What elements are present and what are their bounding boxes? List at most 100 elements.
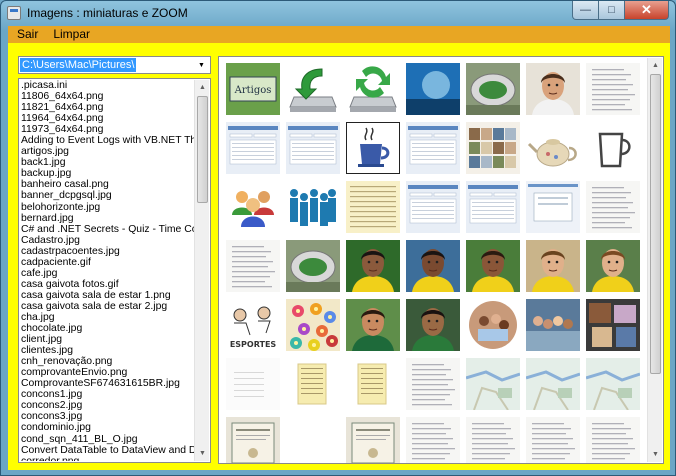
form-screenshot-4-thumb[interactable] [406, 181, 460, 233]
list-item[interactable]: cond_sqn_411_BL_O.jpg [20, 434, 194, 445]
certificate-thumb[interactable] [226, 417, 280, 463]
thumbnail-panel[interactable]: Artigos ESPORTES ▲ ▼ [218, 56, 664, 464]
scroll-up-icon[interactable]: ▲ [195, 80, 210, 95]
map-3-thumb[interactable] [586, 358, 640, 410]
sync-drive-thumb[interactable] [346, 63, 400, 115]
list-item[interactable]: concons2.jpg [20, 400, 194, 411]
menu-limpar[interactable]: Limpar [47, 26, 96, 43]
list-item[interactable]: casa gaivota fotos.gif [20, 279, 194, 290]
coffee-icon-thumb[interactable] [346, 122, 400, 174]
list-item[interactable]: chocolate.jpg [20, 323, 194, 334]
list-item[interactable]: concons3.jpg [20, 411, 194, 422]
form-screenshot-5-thumb[interactable] [466, 181, 520, 233]
player-face-7-thumb[interactable] [406, 299, 460, 351]
receipt-thumb[interactable] [586, 181, 640, 233]
document-scan-6-thumb[interactable] [586, 417, 640, 463]
list-item[interactable]: condominio.jpg [20, 422, 194, 433]
blue-photo-thumb[interactable] [406, 63, 460, 115]
list-item[interactable]: 11964_64x64.png [20, 113, 194, 124]
form-screenshot-3-thumb[interactable] [406, 122, 460, 174]
list-item[interactable]: client.jpg [20, 334, 194, 345]
list-item[interactable]: artigos.jpg [20, 146, 194, 157]
list-item[interactable]: 11973_64x64.png [20, 124, 194, 135]
list-item[interactable]: C# and .NET Secrets - Quiz - Time Cockpi… [20, 224, 194, 235]
player-face-6-thumb[interactable] [346, 299, 400, 351]
scroll-down-icon[interactable]: ▼ [648, 447, 663, 462]
maximize-button[interactable]: □ [599, 1, 625, 20]
player-face-4-thumb[interactable] [526, 240, 580, 292]
player-face-5-thumb[interactable] [586, 240, 640, 292]
yellow-receipt-thumb[interactable] [286, 358, 340, 410]
player-portrait-thumb[interactable] [526, 63, 580, 115]
yellow-document-thumb[interactable] [346, 181, 400, 233]
list-item[interactable]: casa gaivota sala de estar 1.png [20, 290, 194, 301]
list-item[interactable]: cha.jpg [20, 312, 194, 323]
document-scan-thumb[interactable] [586, 63, 640, 115]
blank-doc-thumb[interactable] [226, 358, 280, 410]
form-screenshot-6-thumb[interactable] [526, 181, 580, 233]
list-item[interactable]: backup.jpg [20, 168, 194, 179]
player-face-thumb[interactable] [346, 240, 400, 292]
list-item[interactable]: Adding to Event Logs with VB.NET The Cod… [20, 135, 194, 146]
form-screenshot-thumb[interactable] [226, 122, 280, 174]
scroll-thumb[interactable] [197, 96, 208, 203]
group-photo-thumb[interactable] [466, 299, 520, 351]
thumbnail-scrollbar[interactable]: ▲ ▼ [647, 58, 662, 462]
list-item[interactable]: ComprovanteSF674631615BR.jpg [20, 378, 194, 389]
certificate-2-thumb[interactable] [346, 417, 400, 463]
map-thumb[interactable] [466, 358, 520, 410]
handwritten-doc-thumb[interactable] [406, 417, 460, 463]
list-item[interactable]: Convert DataTable to DataView and DataVi… [20, 445, 194, 456]
player-face-2-thumb[interactable] [406, 240, 460, 292]
scroll-up-icon[interactable]: ▲ [648, 58, 663, 73]
list-item[interactable]: belohorizonte.jpg [20, 202, 194, 213]
teapot-thumb[interactable] [526, 122, 580, 174]
list-item[interactable]: cafe.jpg [20, 268, 194, 279]
stadium-aerial-thumb[interactable] [466, 63, 520, 115]
artigos-thumb[interactable]: Artigos [226, 63, 280, 115]
users-icon-thumb[interactable] [226, 181, 280, 233]
document-scan-2-thumb[interactable] [226, 240, 280, 292]
list-item[interactable]: cadpaciente.gif [20, 257, 194, 268]
document-scan-3-thumb[interactable] [406, 358, 460, 410]
list-item[interactable]: bernard.jpg [20, 213, 194, 224]
mug-icon-thumb[interactable] [586, 122, 640, 174]
backup-drive-thumb[interactable] [286, 63, 340, 115]
list-item[interactable]: 11806_64x64.png [20, 91, 194, 102]
list-item[interactable]: banheiro casal.png [20, 179, 194, 190]
stadium-model-thumb[interactable] [286, 240, 340, 292]
list-item[interactable]: cadastrpacoentes.jpg [20, 246, 194, 257]
yellow-receipt-2-thumb[interactable] [346, 358, 400, 410]
list-item[interactable]: back1.jpg [20, 157, 194, 168]
form-screenshot-2-thumb[interactable] [286, 122, 340, 174]
path-combobox[interactable]: C:\Users\Mac\Pictures\ ▼ [18, 56, 211, 74]
close-button[interactable]: ✕ [625, 1, 669, 20]
flowers-thumb[interactable] [286, 299, 340, 351]
list-item[interactable]: clientes.jpg [20, 345, 194, 356]
file-list-scrollbar[interactable]: ▲ ▼ [194, 80, 209, 461]
group-photo-2-thumb[interactable] [526, 299, 580, 351]
list-item[interactable]: Cadastro.jpg [20, 235, 194, 246]
chevron-down-icon[interactable]: ▼ [194, 58, 209, 72]
blank-thumb[interactable] [286, 417, 340, 463]
scroll-thumb[interactable] [650, 74, 661, 374]
list-item[interactable]: corredor.png [20, 456, 194, 461]
scroll-down-icon[interactable]: ▼ [195, 446, 210, 461]
title-bar[interactable]: Imagens : miniaturas e ZOOM — □ ✕ [1, 1, 675, 26]
list-item[interactable]: cnh_renovação.png [20, 356, 194, 367]
list-item[interactable]: casa gaivota sala de estar 2.jpg [20, 301, 194, 312]
collage-2-thumb[interactable] [586, 299, 640, 351]
map-2-thumb[interactable] [526, 358, 580, 410]
list-item[interactable]: concons1.jpg [20, 389, 194, 400]
esportes-cartoon-thumb[interactable]: ESPORTES [226, 299, 280, 351]
document-scan-5-thumb[interactable] [526, 417, 580, 463]
people-silhouettes-thumb[interactable] [286, 181, 340, 233]
player-face-3-thumb[interactable] [466, 240, 520, 292]
list-item[interactable]: banner_dcpgsql.jpg [20, 190, 194, 201]
list-item[interactable]: .picasa.ini [20, 80, 194, 91]
list-item[interactable]: comprovanteEnvio.png [20, 367, 194, 378]
file-listbox[interactable]: .picasa.ini 11806_64x64.png 11821_64x64.pn… [18, 78, 211, 463]
menu-sair[interactable]: Sair [11, 26, 44, 43]
document-scan-4-thumb[interactable] [466, 417, 520, 463]
minimize-button[interactable]: — [572, 1, 599, 20]
